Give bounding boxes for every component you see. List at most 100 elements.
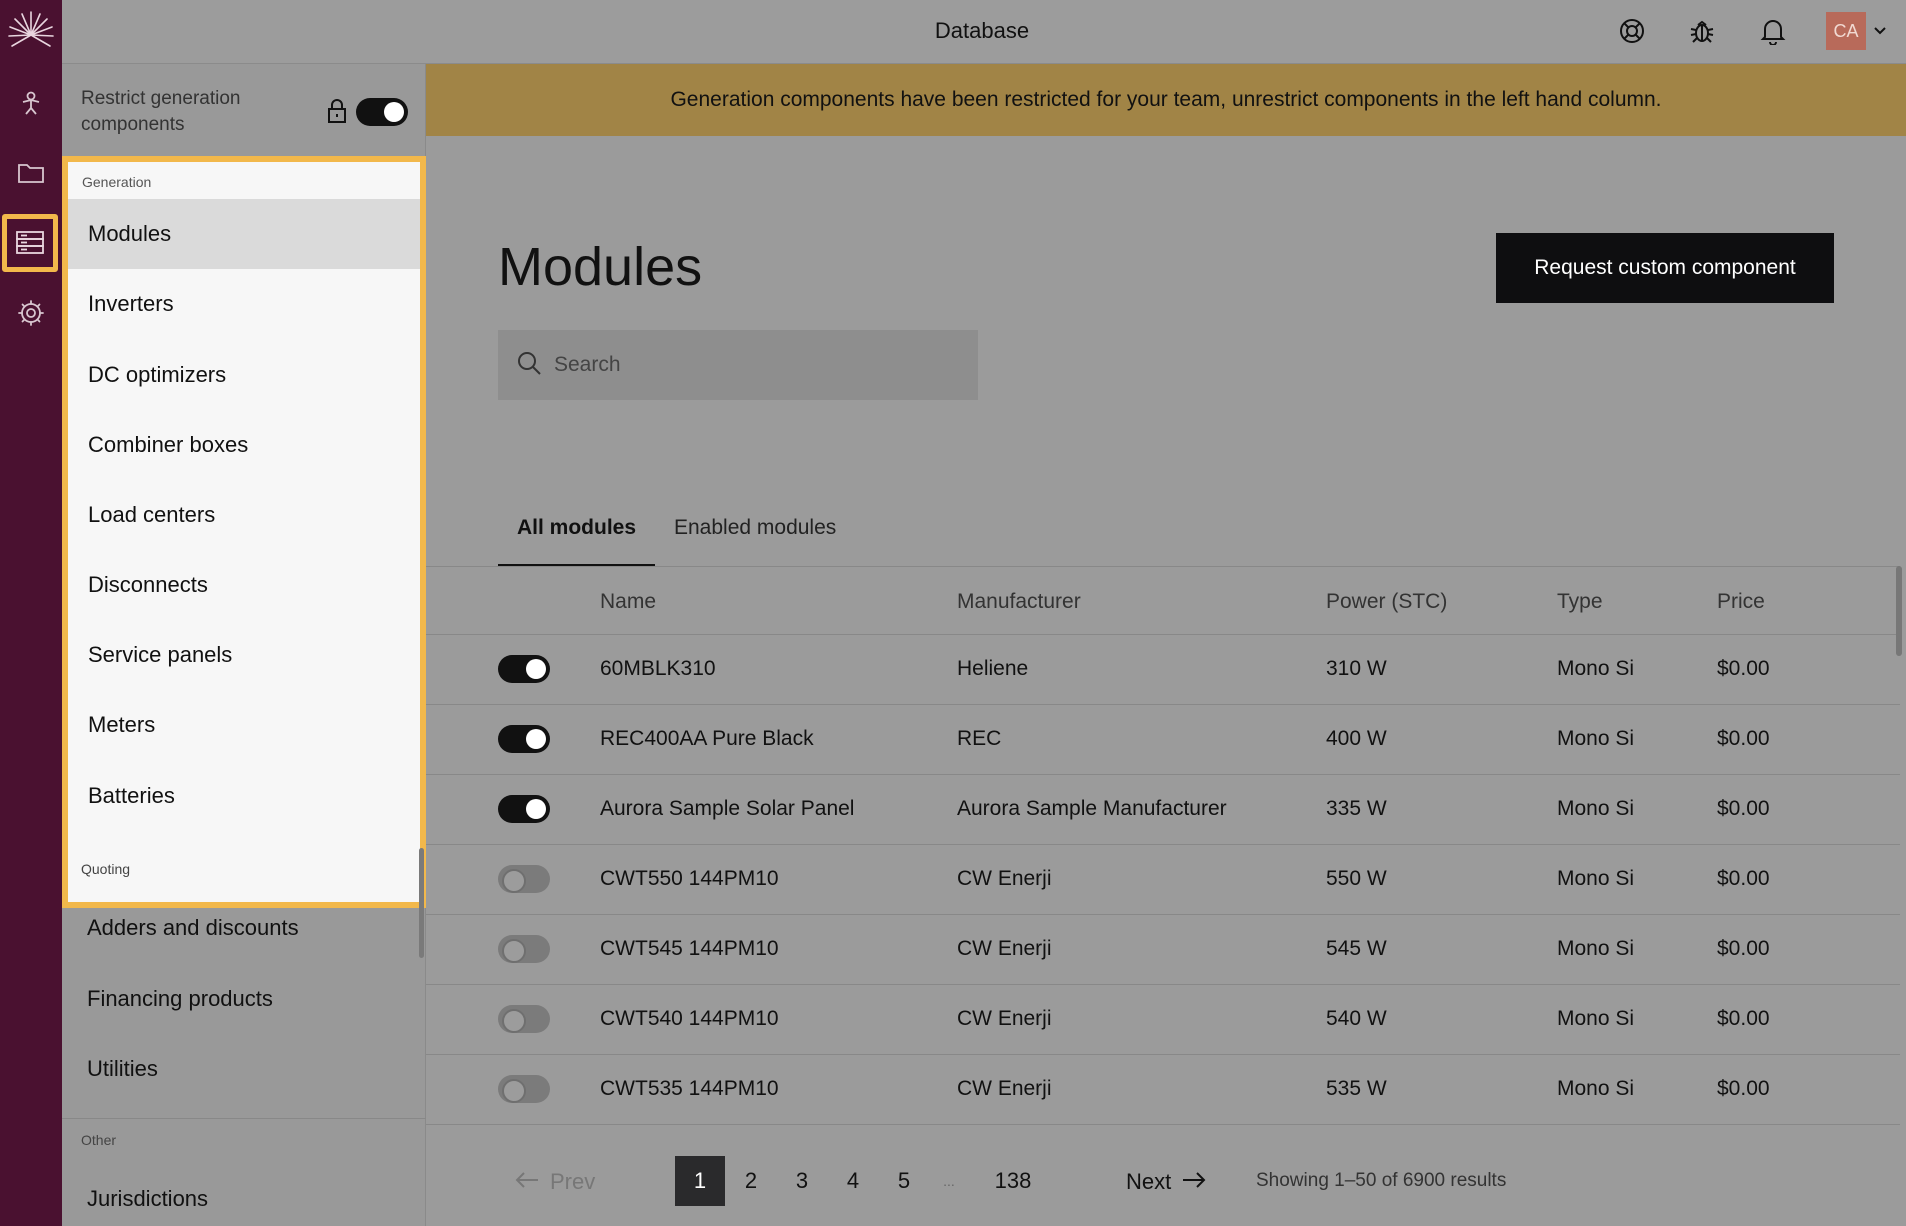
cell-price: $0.00	[1717, 797, 1770, 820]
table-row: CWT535 144PM10 CW Enerji 535 W Mono Si $0.00	[426, 1055, 1900, 1125]
sidebar-item-utilities[interactable]: Utilities	[87, 1056, 158, 1082]
bell-icon[interactable]	[1756, 14, 1790, 48]
gear-icon[interactable]	[12, 294, 50, 332]
lock-icon	[326, 98, 352, 126]
cell-manufacturer: CW Enerji	[957, 867, 1052, 890]
cell-power: 535 W	[1326, 1077, 1387, 1100]
module-enable-toggle[interactable]	[498, 795, 550, 823]
avatar[interactable]: CA	[1826, 12, 1866, 50]
column-header-manufacturer[interactable]: Manufacturer	[957, 590, 1081, 614]
sidebar-item-load-centers[interactable]: Load centers	[68, 480, 420, 550]
request-custom-component-button[interactable]: Request custom component	[1496, 233, 1834, 303]
page-1-button[interactable]: 1	[675, 1156, 725, 1206]
tab-enabled-modules[interactable]: Enabled modules	[674, 516, 836, 540]
module-enable-toggle[interactable]	[498, 935, 550, 963]
column-header-power[interactable]: Power (STC)	[1326, 590, 1447, 614]
table-row: CWT550 144PM10 CW Enerji 550 W Mono Si $0.00	[426, 845, 1900, 915]
results-count: Showing 1–50 of 6900 results	[1256, 1170, 1507, 1191]
column-header-name[interactable]: Name	[600, 590, 656, 614]
sidebar-item-disconnects[interactable]: Disconnects	[68, 550, 420, 620]
cell-type: Mono Si	[1557, 657, 1635, 680]
cell-name[interactable]: CWT540 144PM10	[600, 1007, 779, 1031]
next-page-button[interactable]: Next	[1126, 1169, 1207, 1195]
sidebar-item-inverters[interactable]: Inverters	[68, 269, 420, 339]
page-4-button[interactable]: 4	[828, 1156, 878, 1206]
column-header-price[interactable]: Price	[1717, 590, 1765, 614]
cell-name[interactable]: 60MBLK310	[600, 657, 716, 681]
cell-name[interactable]: CWT535 144PM10	[600, 1077, 779, 1101]
column-header-type[interactable]: Type	[1557, 590, 1603, 614]
database-icon[interactable]	[2, 214, 58, 272]
sidebar-item-meters[interactable]: Meters	[68, 690, 420, 760]
lifebuoy-icon[interactable]	[1615, 14, 1649, 48]
cell-power: 310 W	[1326, 657, 1387, 680]
cell-name[interactable]: CWT550 144PM10	[600, 867, 779, 891]
tab-all-modules[interactable]: All modules	[517, 516, 636, 540]
app-rail	[0, 0, 62, 1226]
sidebar-scrollbar[interactable]	[419, 848, 424, 958]
prev-page-button[interactable]: Prev	[514, 1169, 595, 1195]
cell-manufacturer: REC	[957, 727, 1002, 750]
page-5-button[interactable]: 5	[879, 1156, 929, 1206]
cell-type: Mono Si	[1557, 867, 1635, 890]
sidebar-item-modules[interactable]: Modules	[68, 199, 420, 269]
table-row: 60MBLK310 Heliene 310 W Mono Si $0.00	[426, 635, 1900, 705]
person-icon[interactable]	[12, 84, 50, 122]
sidebar-item-service-panels[interactable]: Service panels	[68, 620, 420, 690]
top-bar: Database CA	[62, 0, 1906, 64]
tabs-divider	[426, 566, 1900, 567]
cell-name[interactable]: CWT545 144PM10	[600, 937, 779, 961]
folder-icon[interactable]	[12, 154, 50, 192]
next-label: Next	[1126, 1169, 1172, 1194]
page-ellipsis: ...	[943, 1173, 955, 1189]
cell-power: 335 W	[1326, 797, 1387, 820]
cell-manufacturer: CW Enerji	[957, 937, 1052, 960]
table-row: Aurora Sample Solar Panel Aurora Sample M…	[426, 775, 1900, 845]
sidebar-item-financing-products[interactable]: Financing products	[87, 986, 273, 1012]
page-3-button[interactable]: 3	[777, 1156, 827, 1206]
cell-manufacturer: Aurora Sample Manufacturer	[957, 797, 1227, 820]
other-section-label: Other	[81, 1132, 117, 1148]
search-input[interactable]	[554, 353, 954, 377]
module-enable-toggle[interactable]	[498, 725, 550, 753]
restrict-label: Restrict generation components	[81, 88, 241, 135]
cell-price: $0.00	[1717, 727, 1770, 750]
page-2-button[interactable]: 2	[726, 1156, 776, 1206]
cell-name[interactable]: Aurora Sample Solar Panel	[600, 797, 854, 821]
cell-price: $0.00	[1717, 1007, 1770, 1030]
chevron-down-icon[interactable]	[1872, 22, 1888, 38]
sidebar-item-adders-and-discounts[interactable]: Adders and discounts	[87, 915, 299, 941]
module-enable-toggle[interactable]	[498, 1005, 550, 1033]
section-divider	[62, 1118, 426, 1119]
page-last-button[interactable]: 138	[978, 1156, 1048, 1206]
quoting-section-label: Quoting	[81, 861, 131, 877]
cell-name[interactable]: REC400AA Pure Black	[600, 727, 814, 751]
prev-label: Prev	[550, 1169, 596, 1194]
sidebar-item-batteries[interactable]: Batteries	[68, 761, 420, 831]
cell-power: 540 W	[1326, 1007, 1387, 1030]
table-row: REC400AA Pure Black REC 400 W Mono Si $0.00	[426, 705, 1900, 775]
sidebar-item-jurisdictions[interactable]: Jurisdictions	[87, 1186, 208, 1212]
cell-manufacturer: CW Enerji	[957, 1077, 1052, 1100]
module-enable-toggle[interactable]	[498, 1075, 550, 1103]
cell-type: Mono Si	[1557, 727, 1635, 750]
module-enable-toggle[interactable]	[498, 655, 550, 683]
sidebar-item-dc-optimizers[interactable]: DC optimizers	[68, 340, 420, 410]
cell-manufacturer: CW Enerji	[957, 1007, 1052, 1030]
cell-price: $0.00	[1717, 867, 1770, 890]
restrict-toggle[interactable]	[356, 98, 408, 126]
generation-section-label: Generation	[82, 174, 152, 190]
cell-type: Mono Si	[1557, 1077, 1635, 1100]
database-sidebar: Restrict generation components Generatio…	[62, 64, 426, 1226]
table-row: CWT545 144PM10 CW Enerji 545 W Mono Si $0.00	[426, 915, 1900, 985]
logo-icon[interactable]	[6, 8, 56, 58]
cell-power: 550 W	[1326, 867, 1387, 890]
sidebar-item-combiner-boxes[interactable]: Combiner boxes	[68, 410, 420, 480]
bug-icon[interactable]	[1685, 14, 1719, 48]
module-enable-toggle[interactable]	[498, 865, 550, 893]
search-box	[498, 330, 978, 400]
cell-type: Mono Si	[1557, 797, 1635, 820]
cell-type: Mono Si	[1557, 1007, 1635, 1030]
page-title: Modules	[498, 237, 703, 297]
search-icon	[516, 350, 542, 381]
